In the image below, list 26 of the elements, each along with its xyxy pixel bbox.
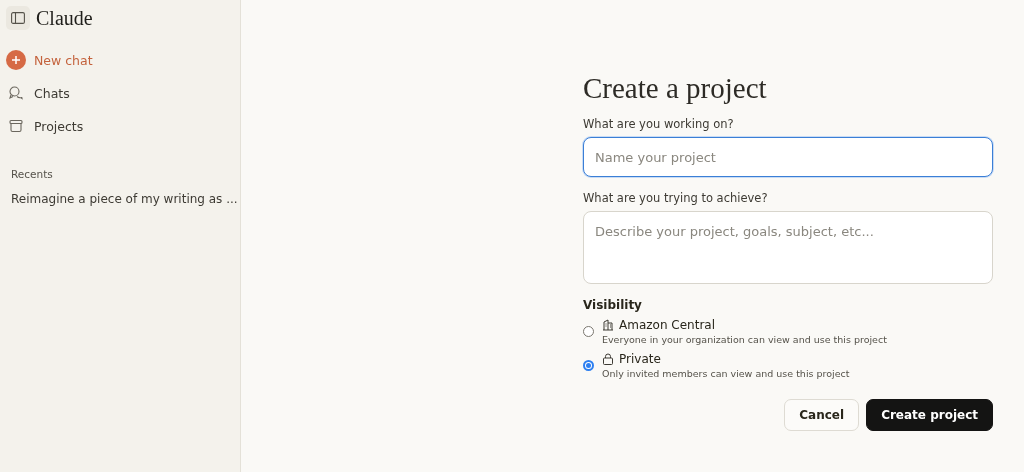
- plus-icon: [6, 50, 26, 70]
- lock-icon: [602, 353, 614, 365]
- chat-bubbles-icon: [6, 83, 26, 103]
- page-title: Create a project: [583, 72, 768, 105]
- section-heading: Recents: [11, 168, 54, 180]
- building-icon: [602, 319, 614, 331]
- field-label: What are you working on?: [583, 117, 735, 131]
- field-label: What are you trying to achieve?: [583, 191, 769, 205]
- option-label: Private: [619, 352, 661, 366]
- create-project-button[interactable]: Create project: [866, 399, 993, 431]
- description-field[interactable]: Describe your project, goals, subject, etc...: [583, 211, 993, 284]
- sidebar-icon: [11, 12, 25, 24]
- app-logo: Claude: [36, 6, 93, 30]
- project-name-field[interactable]: Name your project: [583, 137, 993, 177]
- cancel-button[interactable]: Cancel: [784, 399, 860, 431]
- nav-link[interactable]: Projects: [6, 114, 84, 138]
- radio-button[interactable]: [583, 360, 594, 371]
- recent-chat-item[interactable]: Reimagine a piece of my writing as ...: [11, 192, 238, 206]
- new-chat-button[interactable]: New chat: [6, 48, 93, 72]
- radio-button[interactable]: [583, 326, 594, 337]
- option-description: Everyone in your organization can view and use this project: [602, 334, 887, 345]
- nav-link[interactable]: Chats: [6, 81, 70, 105]
- sidebar-toggle-button[interactable]: [6, 6, 30, 30]
- field-label: Visibility: [583, 298, 643, 312]
- option-label: Amazon Central: [619, 318, 715, 332]
- option-description: Only invited members can view and use this project: [602, 368, 850, 379]
